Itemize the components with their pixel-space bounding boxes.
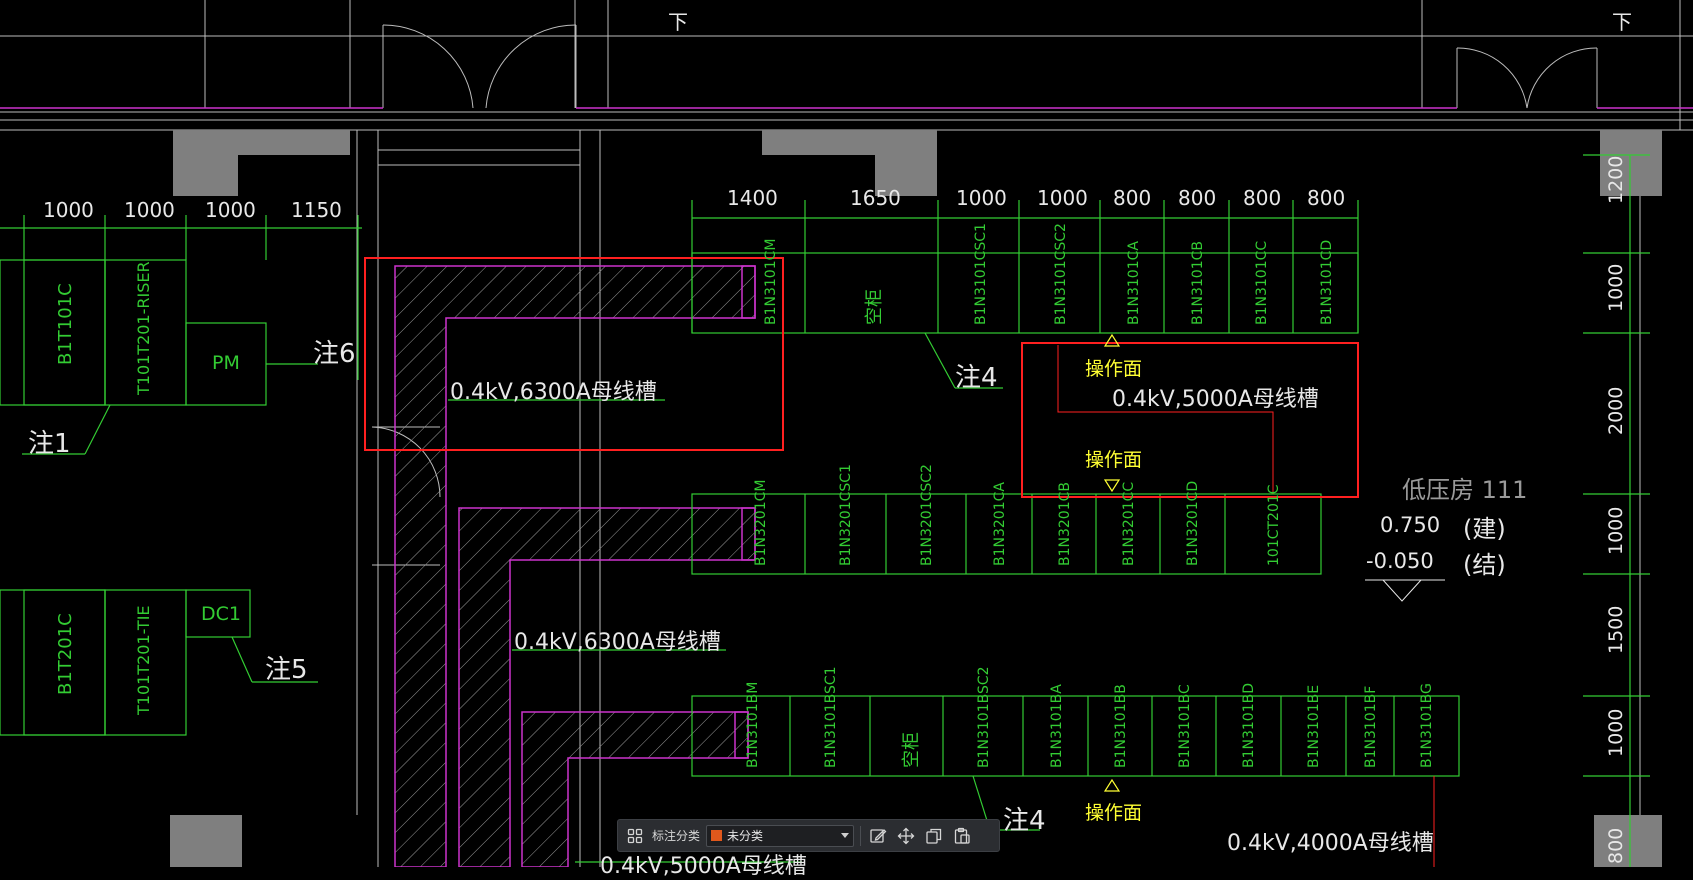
dim-left-3: 1000 bbox=[205, 198, 256, 222]
note-6: 注6 bbox=[313, 339, 356, 369]
annotation-toolbar: 标注分类 未分类 bbox=[617, 819, 1000, 852]
panel-row2-8[interactable]: 101CT201C bbox=[1263, 484, 1282, 566]
busbar-label-5000-bottom: 0.4kV,5000A母线槽 bbox=[600, 854, 807, 879]
door-mark-1: 下 bbox=[668, 10, 688, 34]
dim-vertical-2: 1000 bbox=[1605, 263, 1627, 312]
category-select-value: 未分类 bbox=[727, 829, 764, 843]
panel-riser[interactable]: T101T201-RISER bbox=[134, 261, 153, 395]
panel-b1t101c[interactable]: B1T101C bbox=[55, 283, 76, 365]
busbar-label-6300a: 0.4kV,6300A母线槽 bbox=[450, 380, 657, 405]
dim-vertical-7: 800 bbox=[1605, 827, 1627, 864]
panel-row3-8[interactable]: B1N3101BD bbox=[1238, 683, 1257, 768]
busbar-label-6300b: 0.4kV,6300A母线槽 bbox=[514, 630, 721, 655]
move-icon[interactable] bbox=[895, 825, 917, 847]
panel-row1-3[interactable]: B1N3101CSC1 bbox=[970, 223, 989, 325]
note-1: 注1 bbox=[28, 429, 71, 459]
busbar-ducts bbox=[394, 265, 756, 867]
panel-row3-1[interactable]: B1N3101BM bbox=[742, 682, 761, 768]
panel-row3-5[interactable]: B1N3101BA bbox=[1046, 684, 1065, 768]
panel-row3-9[interactable]: B1N3101BE bbox=[1303, 685, 1322, 768]
panel-row2-6[interactable]: B1N3201CC bbox=[1118, 482, 1137, 566]
category-select[interactable]: 未分类 bbox=[706, 824, 855, 847]
dim-right-6: 800 bbox=[1178, 186, 1217, 210]
panel-b1t201c[interactable]: B1T201C bbox=[55, 613, 76, 695]
panel-row3-2[interactable]: B1N3101BSC1 bbox=[820, 666, 839, 768]
dim-vertical-3: 2000 bbox=[1605, 386, 1627, 435]
room-elev-arch: 0.750 bbox=[1380, 513, 1441, 537]
panel-row2-4[interactable]: B1N3201CA bbox=[989, 482, 1008, 566]
panel-row1-6[interactable]: B1N3101CB bbox=[1187, 241, 1206, 325]
chevron-down-icon bbox=[841, 833, 850, 838]
note-4b: 注4 bbox=[1003, 806, 1046, 836]
panel-row2-5[interactable]: B1N3201CB bbox=[1054, 482, 1073, 566]
room-name: 低压房 111 bbox=[1402, 476, 1528, 504]
op-face-2: 操作面 bbox=[1085, 449, 1143, 471]
note-5: 注5 bbox=[265, 655, 308, 685]
panel-row1-5[interactable]: B1N3101CA bbox=[1123, 241, 1142, 325]
note-4a: 注4 bbox=[955, 363, 998, 393]
busbar-label-5000: 0.4kV,5000A母线槽 bbox=[1112, 387, 1319, 412]
grid-menu-icon[interactable] bbox=[624, 825, 646, 847]
dim-left-4: 1150 bbox=[291, 198, 342, 222]
panel-row2-3[interactable]: B1N3201CSC2 bbox=[916, 464, 935, 566]
category-label: 标注分类 bbox=[652, 829, 701, 843]
elevation-symbol bbox=[1365, 579, 1445, 602]
dim-left-1: 1000 bbox=[43, 198, 94, 222]
cad-drawing-canvas[interactable]: 下 下 1000 1000 1000 1150 1400 1650 1000 1… bbox=[0, 0, 1693, 879]
panel-dc1[interactable]: DC1 bbox=[201, 603, 241, 625]
op-face-3: 操作面 bbox=[1085, 802, 1143, 824]
panel-row2-2[interactable]: B1N3201CSC1 bbox=[835, 464, 854, 566]
toolbar-separator bbox=[860, 825, 862, 846]
panel-row2-1[interactable]: B1N3201CM bbox=[750, 480, 769, 566]
category-color-swatch bbox=[711, 830, 723, 841]
panel-row2-7[interactable]: B1N3201CD bbox=[1182, 481, 1201, 566]
panel-row3-7[interactable]: B1N3101BC bbox=[1174, 684, 1193, 768]
panel-row1-8[interactable]: B1N3101CD bbox=[1316, 240, 1335, 325]
panel-row1-7[interactable]: B1N3101CC bbox=[1251, 241, 1270, 325]
panel-row3-11[interactable]: B1N3101BG bbox=[1416, 683, 1435, 768]
dim-right-3: 1000 bbox=[956, 186, 1007, 210]
dim-vertical-5: 1500 bbox=[1605, 605, 1627, 654]
panel-tie[interactable]: T101T201-TIE bbox=[134, 605, 153, 715]
room-elev-arch-tag: (建) bbox=[1463, 515, 1506, 543]
panel-pm[interactable]: PM bbox=[212, 352, 240, 374]
room-elev-struct: -0.050 bbox=[1366, 549, 1434, 573]
panel-row1-1[interactable]: B1N3101CM bbox=[760, 239, 779, 325]
drawing-svg bbox=[0, 0, 1693, 867]
busbar-label-4000: 0.4kV,4000A母线槽 bbox=[1227, 831, 1434, 856]
op-face-1: 操作面 bbox=[1085, 358, 1143, 380]
dim-left-2: 1000 bbox=[124, 198, 175, 222]
red-route-lines bbox=[1057, 345, 1435, 867]
room-elev-struct-tag: (结) bbox=[1463, 551, 1506, 579]
door-mark-2: 下 bbox=[1612, 10, 1632, 34]
dim-right-8: 800 bbox=[1307, 186, 1346, 210]
dim-vertical-4: 1000 bbox=[1605, 506, 1627, 555]
panel-row3-4[interactable]: B1N3101BSC2 bbox=[973, 666, 992, 768]
dim-vertical-6: 1000 bbox=[1605, 708, 1627, 757]
panel-row3-3[interactable]: 空柜 bbox=[897, 732, 923, 768]
dim-right-2: 1650 bbox=[850, 186, 901, 210]
panel-row3-10[interactable]: B1N3101BF bbox=[1360, 686, 1379, 768]
dim-right-4: 1000 bbox=[1037, 186, 1088, 210]
dim-vertical-1: 1200 bbox=[1605, 155, 1627, 204]
dim-right-7: 800 bbox=[1243, 186, 1282, 210]
edit-icon[interactable] bbox=[867, 825, 889, 847]
dim-right-1: 1400 bbox=[727, 186, 778, 210]
paste-icon[interactable] bbox=[951, 825, 973, 847]
panel-row1-4[interactable]: B1N3101CSC2 bbox=[1050, 223, 1069, 325]
panel-row1-2[interactable]: 空柜 bbox=[860, 289, 886, 325]
dim-right-5: 800 bbox=[1113, 186, 1152, 210]
copy-icon[interactable] bbox=[923, 825, 945, 847]
panel-row3-6[interactable]: B1N3101BB bbox=[1110, 684, 1129, 768]
